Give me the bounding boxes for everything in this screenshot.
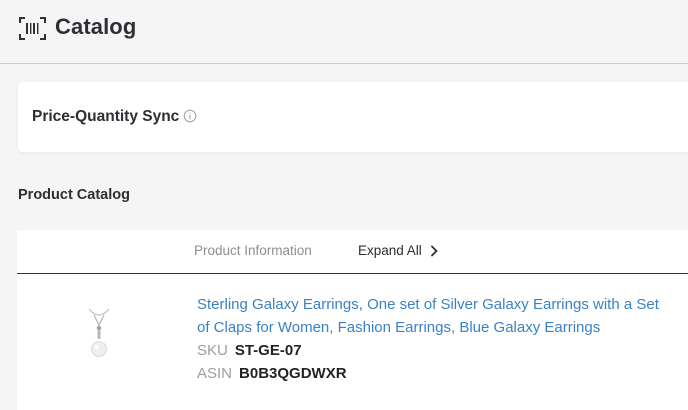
product-title-link[interactable]: Sterling Galaxy Earrings, One set of Sil… xyxy=(197,293,667,339)
expand-all-button[interactable]: Expand All xyxy=(358,243,439,258)
product-catalog-title: Product Catalog xyxy=(18,187,130,203)
chevron-right-icon xyxy=(430,245,438,256)
price-quantity-sync-label: Price-Quantity Sync xyxy=(32,108,180,125)
product-catalog-table: Product Information Expand All Sterling … xyxy=(17,230,688,410)
sku-line: SKU ST-GE-07 xyxy=(197,341,302,361)
info-icon[interactable] xyxy=(183,109,197,123)
product-image[interactable] xyxy=(85,307,113,363)
asin-value: B0B3QGDWXR xyxy=(239,365,347,382)
table-header: Product Information Expand All xyxy=(17,230,688,274)
barcode-icon xyxy=(19,17,46,40)
expand-all-label: Expand All xyxy=(358,243,422,258)
column-header-product-information: Product Information xyxy=(194,243,312,258)
asin-line: ASIN B0B3QGDWXR xyxy=(197,364,347,384)
price-quantity-sync-card: Price-Quantity Sync xyxy=(18,82,688,152)
page-title: Catalog xyxy=(55,14,137,39)
sku-label: SKU xyxy=(197,342,228,359)
top-bar: Catalog xyxy=(0,0,688,64)
table-row: Sterling Galaxy Earrings, One set of Sil… xyxy=(17,275,688,410)
sku-value: ST-GE-07 xyxy=(234,342,302,359)
asin-label: ASIN xyxy=(197,365,233,382)
